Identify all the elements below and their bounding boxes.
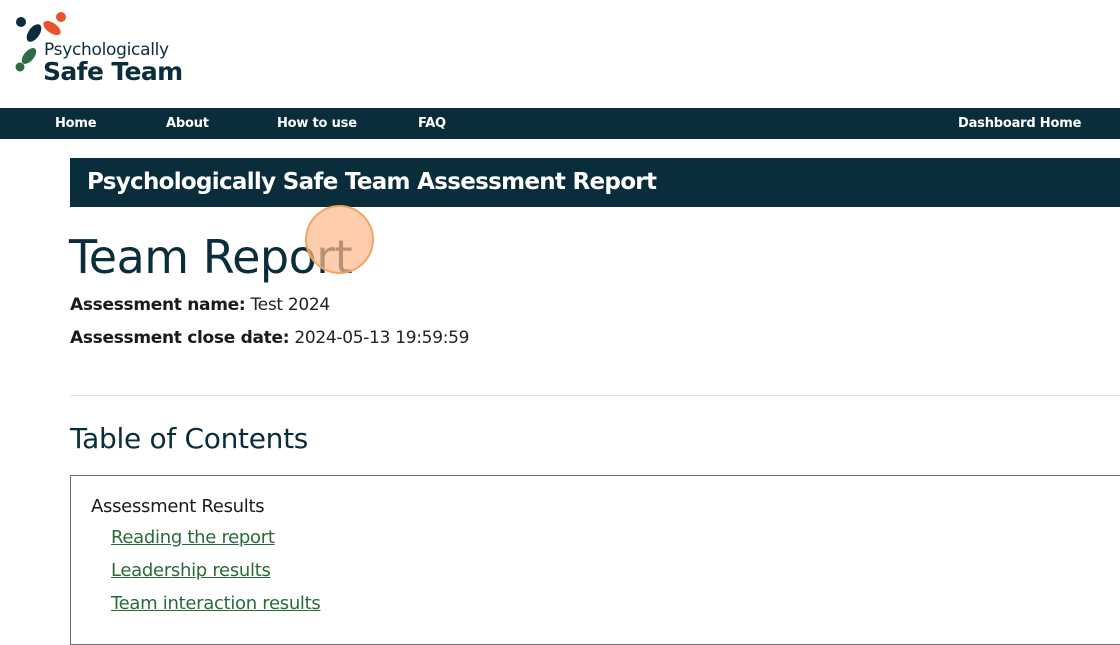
nav-how-to-use[interactable]: How to use xyxy=(277,108,357,139)
assessment-name-label: Assessment name: xyxy=(70,295,246,315)
site-logo[interactable]: Psychologically Safe Team xyxy=(12,10,183,90)
toc-link-team-interaction-results[interactable]: Team interaction results xyxy=(111,593,321,614)
page-title: Team Report xyxy=(69,230,353,284)
toc-link-reading-the-report[interactable]: Reading the report xyxy=(111,527,275,548)
logo-text-bottom: Safe Team xyxy=(43,57,183,86)
assessment-name-value: Test 2024 xyxy=(250,295,330,315)
nav-dashboard-home[interactable]: Dashboard Home xyxy=(958,108,1081,139)
main-navigation: Home About How to use FAQ Dashboard Home xyxy=(0,108,1120,139)
nav-home[interactable]: Home xyxy=(55,108,97,139)
report-banner: Psychologically Safe Team Assessment Rep… xyxy=(70,158,1120,207)
site-header: Psychologically Safe Team xyxy=(0,0,1120,108)
table-of-contents: Assessment Results Reading the report Le… xyxy=(70,475,1120,645)
toc-heading: Table of Contents xyxy=(70,422,309,455)
nav-about[interactable]: About xyxy=(166,108,209,139)
toc-section-title: Assessment Results xyxy=(91,496,265,517)
toc-link-leadership-results[interactable]: Leadership results xyxy=(111,560,271,581)
nav-faq[interactable]: FAQ xyxy=(418,108,446,139)
assessment-name-row: Assessment name: Test 2024 xyxy=(70,295,330,315)
assessment-close-date-row: Assessment close date: 2024-05-13 19:59:… xyxy=(70,328,469,348)
close-date-label: Assessment close date: xyxy=(70,328,290,348)
banner-title: Psychologically Safe Team Assessment Rep… xyxy=(87,169,657,195)
section-divider xyxy=(70,395,1120,396)
close-date-value: 2024-05-13 19:59:59 xyxy=(294,328,470,348)
